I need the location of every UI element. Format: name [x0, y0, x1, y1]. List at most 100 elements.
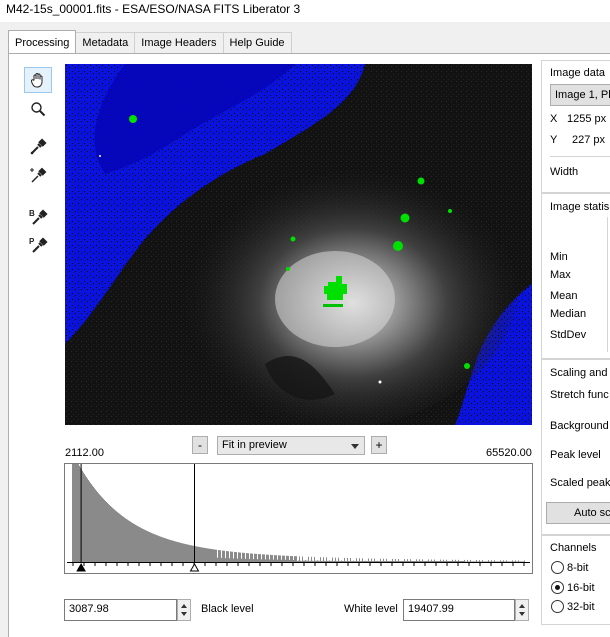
- histogram-bar: [358, 561, 359, 562]
- peak-level-label: Peak level: [550, 449, 601, 461]
- tab-image-headers[interactable]: Image Headers: [134, 32, 224, 53]
- black-level-label: Black level: [201, 603, 254, 615]
- histogram-bar: [519, 561, 520, 562]
- histogram-bar: [424, 561, 425, 562]
- histogram-bar: [405, 561, 406, 562]
- histogram-bar: [104, 499, 105, 562]
- histogram-bar: [121, 515, 122, 562]
- histogram-bar: [91, 484, 92, 562]
- histogram-bar: [117, 512, 118, 562]
- black-point-picker-button[interactable]: B: [24, 204, 52, 230]
- window-title: M42-15s_00001.fits - ESA/ESO/NASA FITS L…: [0, 0, 610, 22]
- histogram-bar: [491, 560, 492, 562]
- histogram-bar: [304, 560, 305, 562]
- histogram-bar: [157, 535, 158, 562]
- histogram-bar: [252, 553, 253, 562]
- eyedropper-tool-button[interactable]: [24, 134, 52, 160]
- histogram-bar: [504, 561, 505, 562]
- histogram-bar: [403, 561, 404, 562]
- radio-8bit-label[interactable]: 8-bit: [567, 562, 588, 574]
- histogram-bar: [475, 561, 476, 562]
- histogram-bar: [100, 495, 101, 562]
- histogram-bar: [306, 560, 307, 562]
- white-level-input[interactable]: 19407.99: [403, 599, 515, 621]
- histogram-bar: [511, 561, 512, 562]
- histogram-bar: [512, 560, 513, 562]
- black-level-stepper[interactable]: [177, 599, 191, 621]
- histogram-bar: [390, 561, 391, 562]
- histogram-bar: [315, 560, 316, 562]
- black-level-input[interactable]: 3087.98: [64, 599, 177, 621]
- histogram-bar: [308, 556, 309, 562]
- histogram-bar: [199, 546, 200, 562]
- histogram-bar: [350, 558, 351, 562]
- histogram-bar: [328, 560, 329, 562]
- histogram-bar: [478, 561, 479, 562]
- histogram-bar: [313, 561, 314, 562]
- histogram-bar: [401, 560, 402, 562]
- histogram-bar: [507, 561, 508, 562]
- histogram-bar: [115, 510, 116, 562]
- radio-32bit-label[interactable]: 32-bit: [567, 601, 595, 613]
- histogram-bar: [223, 550, 224, 562]
- histogram-bar: [432, 561, 433, 562]
- histogram-bar: [444, 561, 445, 562]
- histogram-bar: [79, 465, 80, 562]
- histogram-bar: [122, 516, 123, 562]
- histogram-bar: [244, 552, 245, 562]
- image-preview[interactable]: [65, 64, 532, 425]
- histogram-bar: [485, 561, 486, 562]
- histogram-bar: [96, 490, 97, 562]
- histogram-bar: [263, 554, 264, 562]
- histogram-bar: [131, 522, 132, 562]
- zoom-tool-button[interactable]: [24, 96, 52, 122]
- background-level-label: Background l: [550, 420, 610, 432]
- histogram-bar: [455, 559, 456, 562]
- peak-point-picker-button[interactable]: P: [24, 232, 52, 258]
- zoom-select[interactable]: Fit in preview: [217, 436, 365, 455]
- eyedropper-icon: [30, 138, 47, 155]
- hand-tool-button[interactable]: [24, 67, 52, 93]
- zoom-out-button[interactable]: -: [192, 436, 208, 454]
- histogram-bar: [215, 549, 216, 562]
- histogram-bar: [134, 524, 135, 562]
- auto-scale-button[interactable]: Auto sc: [546, 502, 610, 524]
- histogram-bar: [233, 558, 234, 562]
- histogram-bar: [82, 470, 83, 562]
- histogram-bar: [379, 561, 380, 562]
- tab-metadata[interactable]: Metadata: [75, 32, 136, 53]
- white-level-stepper[interactable]: [515, 599, 529, 621]
- histogram-bar: [319, 560, 320, 562]
- histogram-bar: [454, 561, 455, 562]
- zoom-in-button[interactable]: +: [371, 436, 387, 454]
- radio-8bit[interactable]: [551, 561, 564, 574]
- eyedropper-p-icon: P: [29, 237, 48, 253]
- histogram-bar: [156, 535, 157, 562]
- histogram-bar: [314, 556, 315, 562]
- histogram-bar: [230, 551, 231, 562]
- histogram-bar: [158, 535, 159, 562]
- histogram-bar: [521, 561, 522, 562]
- eyedropper-plus-tool-button[interactable]: [24, 163, 52, 189]
- histogram-bar: [186, 544, 187, 562]
- histogram-bar: [262, 554, 263, 562]
- tab-help-guide[interactable]: Help Guide: [222, 32, 292, 53]
- tab-processing[interactable]: Processing: [8, 30, 77, 53]
- histogram-bar: [181, 543, 182, 562]
- histogram-bar: [317, 560, 318, 562]
- radio-16bit[interactable]: [551, 581, 564, 594]
- histogram-bar: [191, 545, 192, 562]
- histogram-bar: [243, 552, 244, 562]
- histogram-bar: [161, 536, 162, 562]
- histogram[interactable]: [64, 463, 533, 574]
- histogram-bar: [178, 542, 179, 562]
- image-plane-select[interactable]: Image 1, Pla: [550, 84, 610, 106]
- histogram-bar: [155, 534, 156, 562]
- radio-16bit-label[interactable]: 16-bit: [567, 582, 595, 594]
- histogram-bar: [303, 560, 304, 562]
- white-level-marker-handle[interactable]: [189, 562, 200, 572]
- histogram-bar: [190, 545, 191, 562]
- histogram-bar: [442, 561, 443, 562]
- histogram-bar: [461, 561, 462, 562]
- radio-32bit[interactable]: [551, 600, 564, 613]
